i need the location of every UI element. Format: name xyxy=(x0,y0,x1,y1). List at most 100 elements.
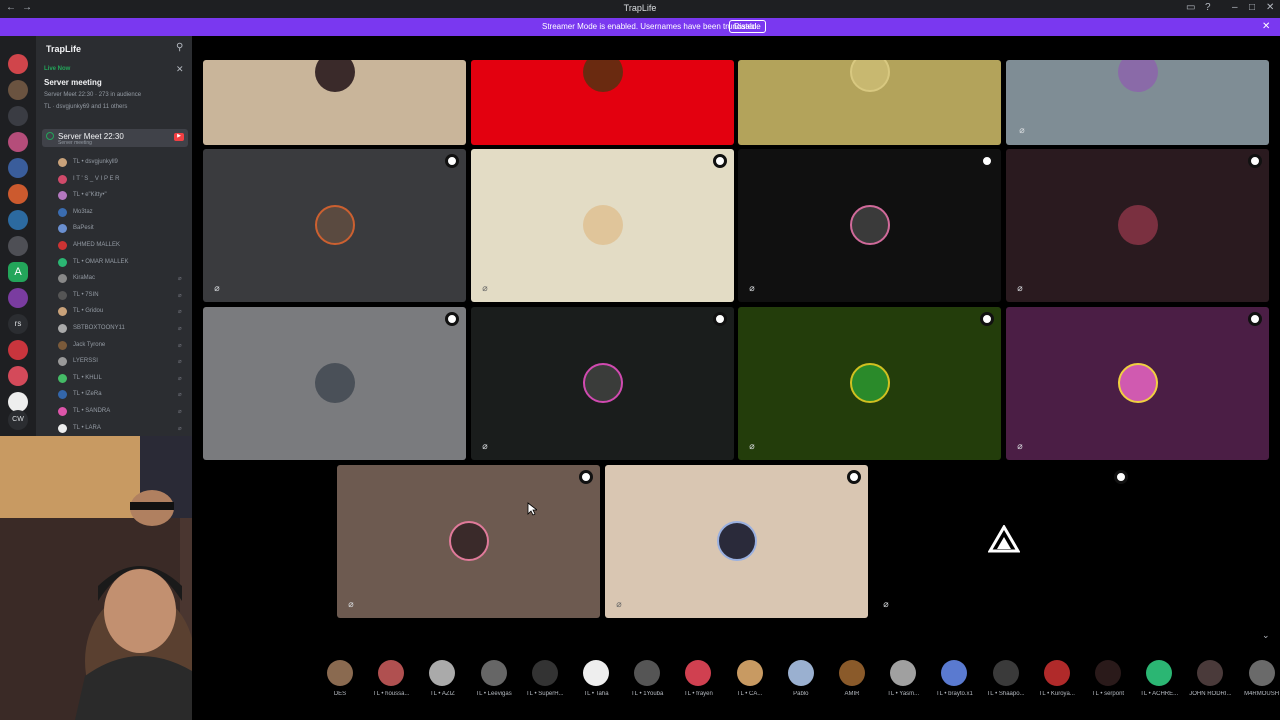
stage-grid: ⌀ ⌀ ⌀ ⌀ ⌀ ⌀ ⌀ ⌀ ⌀ ⌀ ⌀ xyxy=(192,36,1280,720)
avatar xyxy=(58,191,67,201)
member-item[interactable]: KiraMac ⌀ xyxy=(58,272,188,286)
server-icon[interactable] xyxy=(8,158,28,178)
server-icon[interactable] xyxy=(8,184,28,204)
close-icon[interactable]: ✕ xyxy=(176,64,184,75)
server-icon[interactable] xyxy=(8,80,28,100)
member-item[interactable]: I T ' S _ V I P E R xyxy=(58,173,188,187)
member-item[interactable]: TL • Gridou ⌀ xyxy=(58,305,188,319)
tile-options-icon[interactable] xyxy=(713,312,727,326)
member-item[interactable]: TL • dsvgjunkyll9 xyxy=(58,156,188,170)
minimize-icon[interactable]: – xyxy=(1232,2,1238,13)
audience-name: TL • CA... xyxy=(736,691,763,697)
audience-avatar[interactable] xyxy=(685,660,712,686)
tile-options-icon[interactable] xyxy=(445,154,459,168)
member-item[interactable]: TL • OMAR MALLEK xyxy=(58,256,188,270)
audience-avatar[interactable] xyxy=(1197,660,1224,686)
tile-options-icon[interactable] xyxy=(445,312,459,326)
audience-avatar[interactable] xyxy=(1095,660,1121,686)
add-user-icon[interactable]: ⚲ xyxy=(176,42,183,53)
server-icon[interactable] xyxy=(8,106,28,126)
server-icon[interactable] xyxy=(8,288,28,308)
audience-avatar[interactable] xyxy=(736,660,763,686)
audience-avatar[interactable] xyxy=(531,660,558,686)
participant-tile[interactable] xyxy=(471,60,734,145)
participant-tile[interactable]: ⌀ xyxy=(605,465,868,618)
server-icon[interactable] xyxy=(8,366,28,386)
audience-avatar[interactable] xyxy=(583,660,609,686)
audience-avatar[interactable] xyxy=(634,660,661,686)
avatar xyxy=(583,363,623,403)
close-banner-icon[interactable]: ✕ xyxy=(1262,21,1270,32)
tile-options-icon[interactable] xyxy=(1114,470,1128,484)
audience-avatar[interactable] xyxy=(480,660,507,686)
participant-tile[interactable]: ⌀ xyxy=(203,149,466,302)
participant-tile[interactable]: ⌀ xyxy=(738,307,1001,460)
tile-options-icon[interactable] xyxy=(579,470,593,484)
member-item[interactable]: AHMED MALLEK xyxy=(58,239,188,253)
server-icon[interactable]: rs xyxy=(8,314,28,334)
audience-avatar[interactable] xyxy=(429,660,456,686)
member-item[interactable]: Mo3taz xyxy=(58,206,188,220)
participant-tile[interactable] xyxy=(203,60,466,145)
audience-avatar[interactable] xyxy=(1248,660,1275,686)
server-icon[interactable] xyxy=(8,340,28,360)
disable-streamer-button[interactable]: Disable xyxy=(729,20,766,33)
server-icon[interactable] xyxy=(8,210,28,230)
tile-options-icon[interactable] xyxy=(847,470,861,484)
participant-tile[interactable]: ⌀ xyxy=(1006,307,1269,460)
member-item[interactable]: TL • IZeRa ⌀ xyxy=(58,388,188,402)
member-item[interactable]: TL • LARA ⌀ xyxy=(58,422,188,436)
server-icon[interactable]: A xyxy=(8,262,28,282)
audience-avatar[interactable] xyxy=(839,660,865,686)
avatar xyxy=(988,525,1020,553)
participant-tile[interactable]: ⌀ xyxy=(1006,149,1269,302)
member-item[interactable]: BaPesit xyxy=(58,222,188,236)
audience-avatar[interactable] xyxy=(1043,660,1070,686)
server-icon[interactable] xyxy=(8,236,28,256)
participant-tile[interactable]: ⌀ xyxy=(1006,60,1269,145)
tile-options-icon[interactable] xyxy=(980,312,994,326)
member-item[interactable]: SBTBOXTOONY11 ⌀ xyxy=(58,322,188,336)
participant-tile[interactable]: ⌀ xyxy=(872,465,1135,618)
participant-tile[interactable] xyxy=(203,307,466,460)
avatar xyxy=(58,340,67,350)
audience-avatar[interactable] xyxy=(787,660,814,686)
member-item[interactable]: TL • 7SIN ⌀ xyxy=(58,289,188,303)
tile-options-icon[interactable] xyxy=(1248,312,1262,326)
server-icon[interactable] xyxy=(8,132,28,152)
event-participants: TL · dsvgjunky69 and 11 others xyxy=(44,104,128,110)
participant-tile[interactable]: ⌀ xyxy=(471,307,734,460)
audience-avatar[interactable] xyxy=(327,660,353,686)
audience-avatar[interactable] xyxy=(1146,660,1173,686)
server-icon[interactable]: CW xyxy=(8,410,28,430)
member-item[interactable]: LYERSSI ⌀ xyxy=(58,355,188,369)
participant-tile[interactable]: ⌀ xyxy=(337,465,600,618)
help-icon[interactable]: ? xyxy=(1205,2,1211,13)
participant-tile[interactable]: ⌀ xyxy=(738,149,1001,302)
audience-avatar[interactable] xyxy=(992,660,1019,686)
member-name: Mo3taz xyxy=(73,208,93,215)
audience-avatar[interactable] xyxy=(941,660,968,686)
participant-tile[interactable] xyxy=(738,60,1001,145)
participant-tile[interactable]: ⌀ xyxy=(471,149,734,302)
member-item[interactable]: Jack Tyrone ⌀ xyxy=(58,339,188,353)
tile-options-icon[interactable] xyxy=(1248,154,1262,168)
server-name[interactable]: TrapLife xyxy=(46,44,81,54)
tile-options-icon[interactable] xyxy=(713,154,727,168)
member-item[interactable]: TL • e"Kitty•" xyxy=(58,189,188,203)
voice-channel[interactable]: Server Meet 22:30 Server meeting ▶ xyxy=(42,129,188,147)
audience-avatar[interactable] xyxy=(890,660,917,686)
event-title[interactable]: Server meeting xyxy=(44,78,102,87)
chevron-down-icon[interactable]: ⌄ xyxy=(1262,630,1270,641)
inbox-icon[interactable]: ▭ xyxy=(1186,2,1195,13)
member-item[interactable]: TL • KHLIL ⌀ xyxy=(58,372,188,386)
server-icon[interactable] xyxy=(8,392,28,412)
tile-options-icon[interactable] xyxy=(980,154,994,168)
avatar xyxy=(850,205,890,245)
muted-mic-icon: ⌀ xyxy=(178,375,182,382)
server-icon[interactable] xyxy=(8,54,28,74)
audience-avatar[interactable] xyxy=(378,660,405,686)
close-window-icon[interactable]: ✕ xyxy=(1266,2,1274,13)
maximize-icon[interactable]: □ xyxy=(1249,2,1255,13)
member-item[interactable]: TL • SANDRA ⌀ xyxy=(58,405,188,419)
